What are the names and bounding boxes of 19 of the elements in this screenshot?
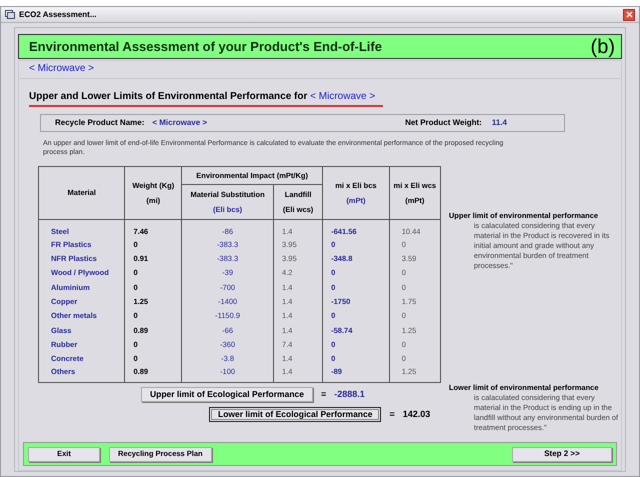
window-title: ECO2 Assessment... xyxy=(19,8,97,20)
product-name-label: Recycle Product Name: xyxy=(55,117,144,129)
limit-button[interactable]: Upper limit of Ecological Performance xyxy=(141,387,313,402)
panel-label: (b) xyxy=(590,34,615,60)
product-link[interactable]: < Microwave > xyxy=(29,62,94,75)
close-icon xyxy=(626,11,632,18)
limit-value: 142.03 xyxy=(402,408,430,421)
next-step-button[interactable]: Step 2 >> xyxy=(512,446,612,462)
app-icon xyxy=(5,10,15,19)
weight-label: Net Product Weight: xyxy=(405,117,482,129)
equals-sign: = xyxy=(389,408,395,421)
header-title: Environmental Assessment of your Product's End-of-Life xyxy=(29,38,382,56)
limit-value: -2888.1 xyxy=(334,388,365,401)
product-name-value: < Microwave > xyxy=(152,117,208,129)
equals-sign: = xyxy=(320,388,326,401)
limit-button[interactable]: Lower limit of Ecological Performance xyxy=(209,407,382,422)
close-button[interactable] xyxy=(623,8,635,20)
weight-value: 11.4 xyxy=(492,117,507,129)
section-heading: Upper and Lower Limits of Environmental Performance for < Microwave > xyxy=(29,89,384,107)
